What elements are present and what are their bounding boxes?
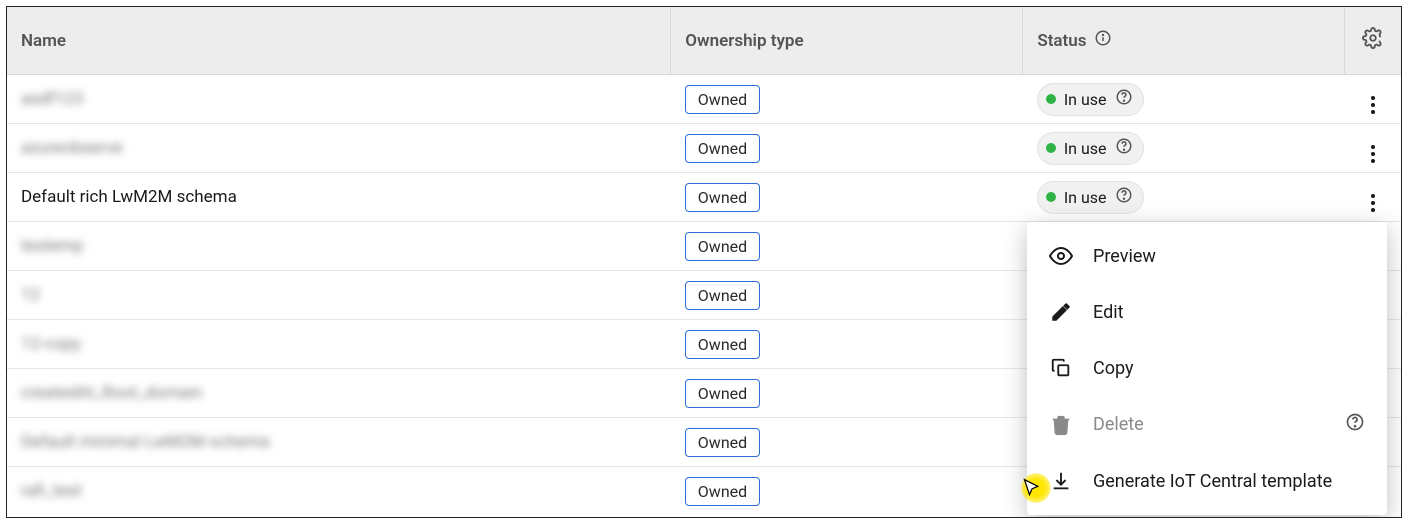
cell-ownership: Owned bbox=[671, 418, 1023, 467]
cell-ownership: Owned bbox=[671, 173, 1023, 222]
cell-name: rafi_test bbox=[7, 467, 671, 516]
pencil-icon bbox=[1049, 300, 1073, 324]
kebab-icon bbox=[1371, 145, 1375, 163]
row-name-text: Default rich LwM2M schema bbox=[21, 187, 237, 207]
row-name-text: asdf123 bbox=[21, 89, 83, 109]
ownership-badge: Owned bbox=[685, 134, 760, 163]
cell-name: asdf123 bbox=[7, 75, 671, 124]
table-header-row: Name Ownership type Status bbox=[7, 7, 1401, 75]
cell-name: 12 bbox=[7, 271, 671, 320]
cell-name: Default rich LwM2M schema bbox=[7, 173, 671, 222]
cell-status: In use bbox=[1023, 173, 1345, 222]
info-icon[interactable] bbox=[1094, 29, 1112, 52]
cell-status: In use bbox=[1023, 75, 1345, 124]
status-badge: In use bbox=[1037, 83, 1144, 116]
schema-table-panel: Name Ownership type Status bbox=[6, 6, 1402, 518]
table-row[interactable]: asdf123 Owned In use bbox=[7, 75, 1401, 124]
help-icon[interactable] bbox=[1115, 137, 1133, 160]
row-context-menu: Preview Edit Copy bbox=[1027, 222, 1387, 515]
cell-ownership: Owned bbox=[671, 124, 1023, 173]
status-text: In use bbox=[1064, 139, 1107, 158]
row-name-text: azureobserve bbox=[21, 138, 123, 158]
table-settings-button[interactable] bbox=[1345, 7, 1401, 75]
menu-item-preview[interactable]: Preview bbox=[1027, 228, 1387, 284]
cell-ownership: Owned bbox=[671, 467, 1023, 516]
ownership-badge: Owned bbox=[685, 183, 760, 212]
status-dot bbox=[1046, 143, 1056, 153]
column-header-ownership[interactable]: Ownership type bbox=[671, 7, 1023, 75]
row-name-text: Default minimal LwM2M schema bbox=[21, 432, 270, 452]
menu-item-edit[interactable]: Edit bbox=[1027, 284, 1387, 340]
table-row[interactable]: azureobserve Owned In use bbox=[7, 124, 1401, 173]
status-badge: In use bbox=[1037, 181, 1144, 214]
cell-status: In use bbox=[1023, 124, 1345, 173]
column-header-status-label: Status bbox=[1037, 31, 1086, 51]
ownership-badge: Owned bbox=[685, 379, 760, 408]
column-header-status[interactable]: Status bbox=[1023, 7, 1345, 75]
row-name-text: rafi_test bbox=[21, 481, 82, 501]
cell-ownership: Owned bbox=[671, 369, 1023, 418]
cell-ownership: Owned bbox=[671, 320, 1023, 369]
cell-ownership: Owned bbox=[671, 222, 1023, 271]
cell-name: testemp bbox=[7, 222, 671, 271]
menu-item-delete: Delete bbox=[1027, 396, 1387, 453]
row-actions-button[interactable] bbox=[1345, 173, 1401, 222]
table-row[interactable]: Default rich LwM2M schema Owned In use bbox=[7, 173, 1401, 222]
kebab-icon bbox=[1371, 96, 1375, 114]
ownership-badge: Owned bbox=[685, 232, 760, 261]
cell-ownership: Owned bbox=[671, 271, 1023, 320]
kebab-icon bbox=[1371, 194, 1375, 212]
cell-name: azureobserve bbox=[7, 124, 671, 173]
menu-item-label: Generate IoT Central template bbox=[1093, 471, 1332, 492]
column-header-name[interactable]: Name bbox=[7, 7, 671, 75]
help-icon[interactable] bbox=[1345, 412, 1365, 437]
trash-icon bbox=[1049, 413, 1073, 437]
cell-name: Default minimal LwM2M schema bbox=[7, 418, 671, 467]
row-name-text: 12 bbox=[21, 285, 40, 305]
row-actions-button[interactable] bbox=[1345, 124, 1401, 173]
cell-ownership: Owned bbox=[671, 75, 1023, 124]
column-header-name-label: Name bbox=[21, 31, 66, 51]
status-dot bbox=[1046, 94, 1056, 104]
ownership-badge: Owned bbox=[685, 477, 760, 506]
row-name-text: 12-copy bbox=[21, 334, 81, 354]
help-icon[interactable] bbox=[1115, 88, 1133, 111]
copy-icon bbox=[1049, 356, 1073, 380]
status-text: In use bbox=[1064, 188, 1107, 207]
menu-item-copy[interactable]: Copy bbox=[1027, 340, 1387, 396]
status-text: In use bbox=[1064, 90, 1107, 109]
ownership-badge: Owned bbox=[685, 85, 760, 114]
row-actions-button[interactable] bbox=[1345, 75, 1401, 124]
menu-item-label: Preview bbox=[1093, 246, 1156, 267]
row-name-text: createdAt_Root_domain bbox=[21, 383, 202, 403]
ownership-badge: Owned bbox=[685, 281, 760, 310]
eye-icon bbox=[1049, 244, 1073, 268]
ownership-badge: Owned bbox=[685, 428, 760, 457]
menu-item-label: Copy bbox=[1093, 358, 1134, 379]
cell-name: 12-copy bbox=[7, 320, 671, 369]
row-name-text: testemp bbox=[21, 236, 83, 256]
menu-item-label: Delete bbox=[1093, 414, 1144, 435]
menu-item-label: Edit bbox=[1093, 302, 1123, 323]
download-icon bbox=[1049, 469, 1073, 493]
help-icon[interactable] bbox=[1115, 186, 1133, 209]
menu-item-generate[interactable]: Generate IoT Central template bbox=[1027, 453, 1387, 509]
cell-name: createdAt_Root_domain bbox=[7, 369, 671, 418]
status-badge: In use bbox=[1037, 132, 1144, 165]
status-dot bbox=[1046, 192, 1056, 202]
column-header-ownership-label: Ownership type bbox=[685, 31, 803, 51]
ownership-badge: Owned bbox=[685, 330, 760, 359]
